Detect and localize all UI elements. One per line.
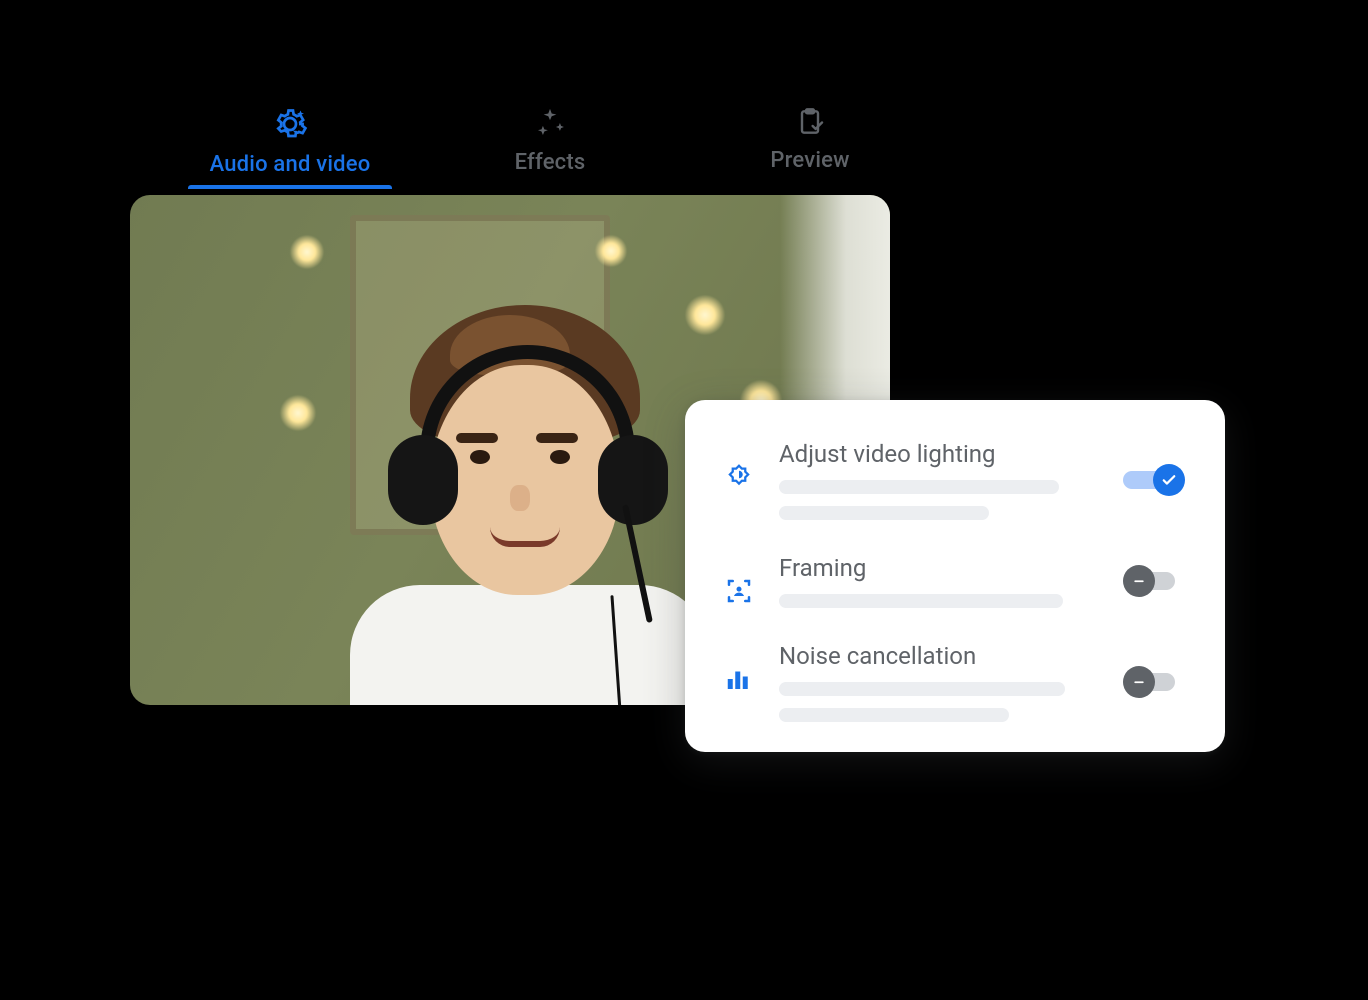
tab-label: Preview: [770, 148, 849, 173]
toggle-noise-cancellation[interactable]: [1123, 666, 1185, 698]
setting-row-framing: Framing: [721, 554, 1185, 608]
tab-label: Audio and video: [210, 152, 371, 177]
toggle-framing[interactable]: [1123, 565, 1185, 597]
setting-row-lighting: Adjust video lighting: [721, 440, 1185, 520]
audio-video-settings-panel: Adjust video lighting Framing: [685, 400, 1225, 752]
toggle-lighting[interactable]: [1123, 464, 1185, 496]
skeleton-line: [779, 506, 989, 520]
tabs-bar: Audio and video Effects Preview: [130, 100, 1220, 187]
minus-icon: [1123, 666, 1155, 698]
skeleton-line: [779, 708, 1009, 722]
tab-label: Effects: [515, 150, 586, 175]
tab-audio-and-video[interactable]: Audio and video: [160, 100, 420, 187]
gear-sparkle-icon: [272, 106, 308, 142]
minus-icon: [1123, 565, 1155, 597]
equalizer-icon: [721, 642, 757, 694]
skeleton-line: [779, 480, 1059, 494]
brightness-icon: [721, 440, 757, 492]
clipboard-check-icon: [794, 106, 826, 138]
skeleton-line: [779, 594, 1063, 608]
skeleton-line: [779, 682, 1065, 696]
check-icon: [1153, 464, 1185, 496]
sparkles-icon: [533, 106, 567, 140]
framing-person-icon: [721, 554, 757, 606]
tab-preview[interactable]: Preview: [680, 100, 940, 187]
setting-title: Adjust video lighting: [779, 440, 1101, 468]
setting-title: Framing: [779, 554, 1101, 582]
setting-title: Noise cancellation: [779, 642, 1101, 670]
tab-effects[interactable]: Effects: [420, 100, 680, 187]
setting-row-noise-cancellation: Noise cancellation: [721, 642, 1185, 722]
